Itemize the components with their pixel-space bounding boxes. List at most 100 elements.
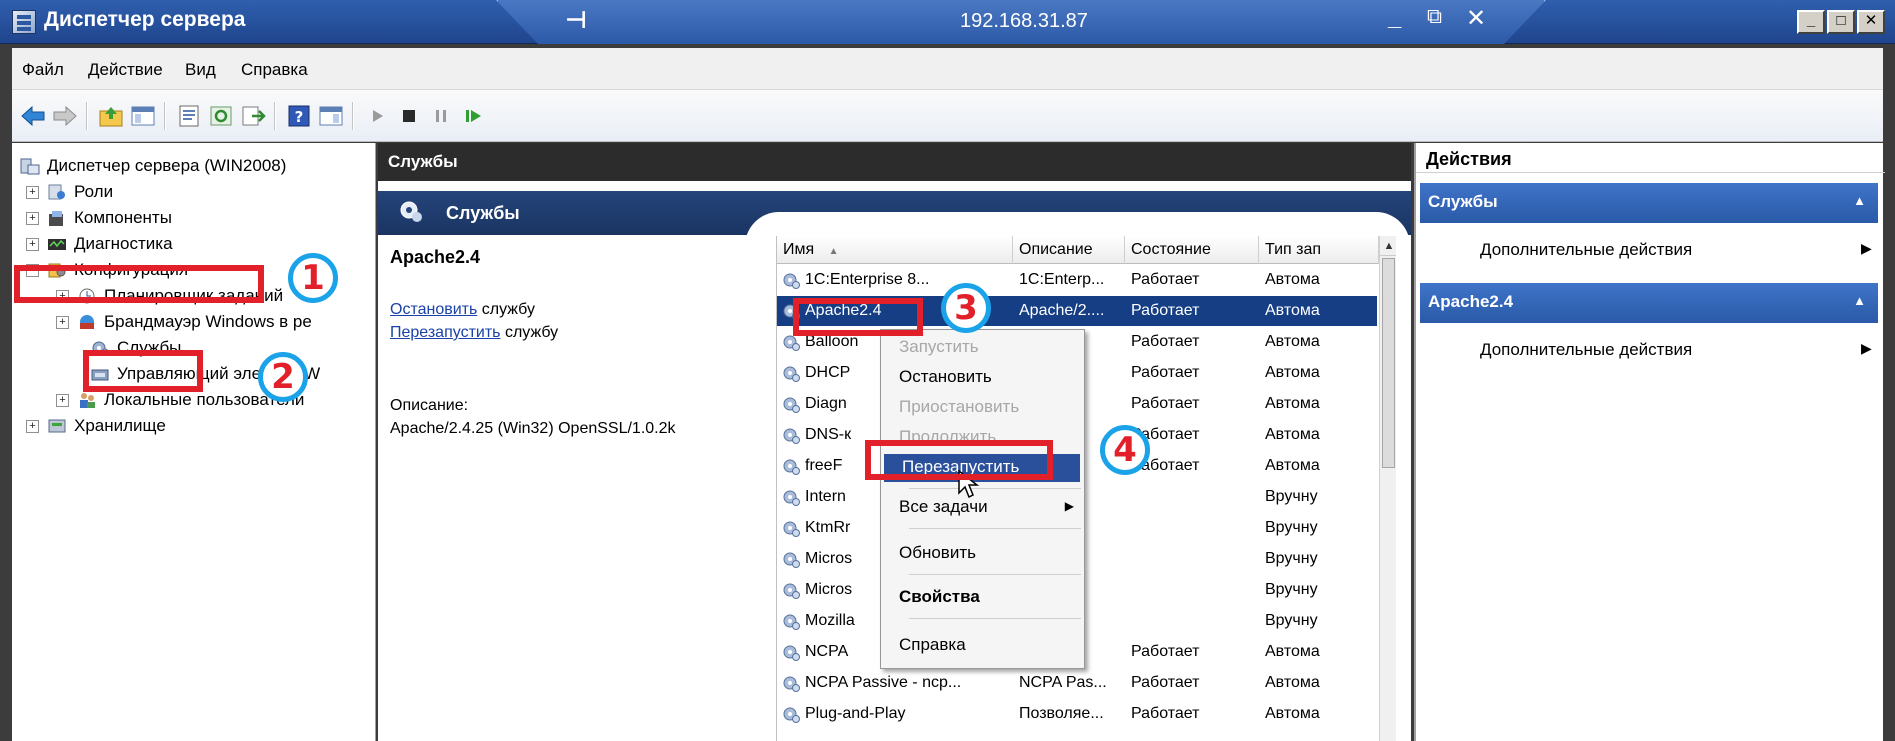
menu-item-label: Остановить [899, 367, 992, 386]
menu-item-stop[interactable]: Остановить [881, 364, 1084, 392]
tree-item-features[interactable]: + Компоненты [26, 205, 172, 231]
service-gear-icon [783, 397, 800, 413]
scroll-up-arrow-icon[interactable]: ▲ [1380, 236, 1396, 256]
more-actions-apache[interactable]: Дополнительные действия [1480, 340, 1692, 360]
tree-item-diagnostics[interactable]: + Диагностика [26, 231, 173, 257]
column-status[interactable]: Состояние [1125, 236, 1259, 264]
storage-icon [48, 419, 66, 433]
menu-item-label: Свойства [899, 587, 980, 606]
service-gear-icon [783, 583, 800, 599]
description-text: Apache/2.4.25 (Win32) OpenSSL/1.0.2k [390, 420, 676, 437]
stop-service-link[interactable]: Остановить [390, 301, 477, 318]
details-header: Службы [378, 143, 1411, 181]
play-icon[interactable] [364, 104, 390, 128]
tree-item-roles[interactable]: + Роли [26, 179, 113, 205]
expand-icon[interactable]: + [26, 185, 39, 199]
tree-root[interactable]: Диспетчер сервера (WIN2008) [20, 153, 286, 179]
startup-type-cell: Вручну [1265, 581, 1318, 598]
table-row[interactable]: NCPA Passive - ncp... NCPA Pas... Работает… [777, 668, 1377, 698]
submenu-arrow-icon[interactable]: ▶ [1861, 340, 1872, 357]
column-name[interactable]: Имя ▲ [777, 236, 1013, 264]
up-folder-icon[interactable] [98, 104, 124, 128]
table-row[interactable]: Plug-and-Play Позволяе... Работает Автома [777, 699, 1377, 729]
menu-file[interactable]: Файл [22, 60, 64, 80]
collapse-arrow-icon[interactable]: ▲ [1853, 293, 1866, 308]
table-row[interactable]: 1C:Enterprise 8... 1C:Enterp... Работает Ав… [777, 265, 1377, 295]
actions-header: Действия [1416, 143, 1885, 173]
toolbar-separator [352, 102, 354, 130]
service-gear-icon [783, 707, 800, 723]
menu-item-start[interactable]: Запустить [881, 334, 1084, 362]
description-cell: 1C:Enterp... [1019, 271, 1105, 288]
help-icon[interactable]: ? [286, 104, 312, 128]
minimize-button[interactable]: _ [1797, 10, 1825, 34]
users-icon [80, 393, 95, 408]
gear-icon [400, 201, 422, 222]
expand-icon[interactable]: + [56, 315, 69, 329]
menu-action[interactable]: Действие [88, 60, 163, 80]
menu-view[interactable]: Вид [185, 60, 216, 80]
scrollbar-thumb[interactable] [1382, 258, 1395, 468]
startup-type-cell: Автома [1265, 302, 1320, 319]
properties-sheet-icon[interactable] [176, 104, 202, 128]
startup-type-cell: Вручну [1265, 612, 1318, 629]
show-action-pane-icon[interactable] [318, 104, 344, 128]
pause-icon[interactable] [428, 104, 454, 128]
expand-icon[interactable]: + [56, 393, 69, 407]
show-console-tree-icon[interactable] [130, 104, 156, 128]
status-cell: Работает [1131, 426, 1200, 443]
tree-root-label: Диспетчер сервера (WIN2008) [47, 156, 287, 175]
actions-section-services[interactable]: Службы ▲ [1420, 183, 1878, 223]
features-icon [49, 211, 63, 226]
tree-item-label: Роли [74, 182, 114, 201]
column-startup-type[interactable]: Тип зап [1259, 236, 1379, 264]
menu-item-help[interactable]: Справка [881, 632, 1084, 660]
restart-icon[interactable] [460, 104, 486, 128]
expand-icon[interactable]: + [26, 211, 39, 225]
menu-item-label: Приостановить [899, 397, 1020, 416]
expand-icon[interactable]: + [26, 419, 39, 433]
list-header: Имя ▲ Описание Состояние Тип зап [777, 236, 1396, 264]
refresh-icon[interactable] [208, 104, 234, 128]
maximize-button[interactable]: □ [1827, 10, 1855, 34]
tree-item-firewall[interactable]: + Брандмауэр Windows в ре [56, 309, 312, 335]
forward-arrow-icon[interactable] [52, 104, 78, 128]
menu-item-pause[interactable]: Приостановить [881, 394, 1084, 422]
menu-item-refresh[interactable]: Обновить [881, 540, 1084, 568]
startup-type-cell: Автома [1265, 426, 1320, 443]
service-gear-icon [783, 273, 800, 289]
rdp-close-button[interactable]: ✕ [1466, 4, 1486, 33]
rdp-restore-button[interactable]: ⧉ [1427, 5, 1442, 29]
vertical-scrollbar[interactable]: ▲ [1379, 236, 1396, 741]
column-description[interactable]: Описание [1013, 236, 1125, 264]
menu-help[interactable]: Справка [241, 60, 308, 80]
more-actions-services[interactable]: Дополнительные действия [1480, 240, 1692, 260]
toolbar-separator [86, 102, 88, 130]
menu-bar: Файл Действие Вид Справка [12, 48, 1883, 90]
server-manager-icon [12, 10, 36, 34]
startup-type-cell: Автома [1265, 364, 1320, 381]
collapse-arrow-icon[interactable]: ▲ [1853, 193, 1866, 208]
expand-icon[interactable]: + [26, 237, 39, 251]
close-button[interactable]: ✕ [1857, 10, 1885, 34]
startup-type-cell: Вручну [1265, 519, 1318, 536]
service-gear-icon [783, 614, 800, 630]
rdp-minimize-button[interactable]: _ [1388, 4, 1401, 32]
tree-item-storage[interactable]: + Хранилище [26, 413, 166, 439]
submenu-arrow-icon: ▶ [1064, 499, 1074, 513]
actions-section-apache[interactable]: Apache2.4 ▲ [1420, 283, 1878, 323]
restart-service-link[interactable]: Перезапустить [390, 324, 501, 341]
step-badge-1: 1 [288, 253, 338, 303]
status-cell: Работает [1131, 705, 1200, 722]
stop-icon[interactable] [396, 104, 422, 128]
menu-item-all-tasks[interactable]: Все задачи ▶ [881, 494, 1084, 522]
submenu-arrow-icon[interactable]: ▶ [1861, 240, 1872, 257]
service-gear-icon [783, 676, 800, 692]
status-cell: Работает [1131, 674, 1200, 691]
service-gear-icon [783, 645, 800, 661]
pin-icon[interactable]: ⊣ [565, 6, 587, 35]
service-gear-icon [783, 428, 800, 444]
menu-item-properties[interactable]: Свойства [881, 584, 1084, 612]
export-list-icon[interactable] [240, 104, 266, 128]
back-arrow-icon[interactable] [20, 104, 46, 128]
